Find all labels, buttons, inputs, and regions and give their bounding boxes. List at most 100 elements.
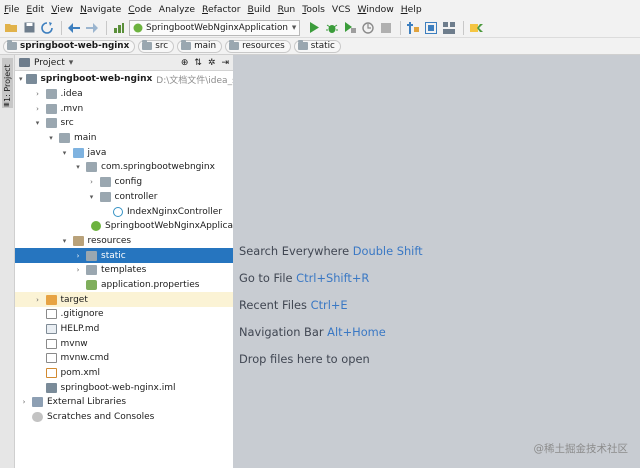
profile-icon[interactable] <box>360 20 376 36</box>
menu-vcs[interactable]: VCS <box>332 4 351 15</box>
maven-icon[interactable] <box>468 20 484 36</box>
tree-node[interactable]: application.properties <box>15 278 233 293</box>
menu-refactor[interactable]: Refactor <box>202 4 241 15</box>
open-folder-icon[interactable] <box>3 20 19 36</box>
menu-run[interactable]: Run <box>278 4 296 15</box>
collapse-arrow-icon[interactable]: › <box>19 398 29 406</box>
breadcrumb-resources[interactable]: resources <box>225 39 291 53</box>
tree-node-label: SpringbootWebNginxApplica <box>105 221 233 232</box>
collapse-arrow-icon[interactable]: › <box>33 90 43 98</box>
run-configuration-dropdown[interactable]: SpringbootWebNginxApplication ▾ <box>129 19 301 36</box>
run-icon[interactable] <box>306 20 322 36</box>
debug-icon[interactable] <box>324 20 340 36</box>
menu-navigate[interactable]: Navigate <box>80 4 121 15</box>
tree-node-label: src <box>60 118 74 129</box>
folder-icon <box>142 40 153 50</box>
watermark: @稀土掘金技术社区 <box>533 443 629 455</box>
chevron-down-icon[interactable]: ▾ <box>69 58 74 68</box>
tree-node[interactable]: › static <box>15 248 233 263</box>
project-structure-icon[interactable] <box>405 20 421 36</box>
breadcrumb-project[interactable]: springboot-web-nginx <box>3 39 136 53</box>
menu-file[interactable]: File <box>4 4 19 15</box>
tree-node[interactable]: mvnw <box>15 336 233 351</box>
expand-arrow-icon[interactable]: ▾ <box>60 149 70 157</box>
build-icon[interactable] <box>111 20 127 36</box>
back-arrow-icon[interactable] <box>66 20 82 36</box>
tree-node[interactable]: IndexNginxController <box>15 204 233 219</box>
tree-node[interactable]: Scratches and Consoles <box>15 410 233 425</box>
menu-analyze[interactable]: Analyze <box>159 4 195 15</box>
menu-code[interactable]: Code <box>128 4 152 15</box>
tree-node[interactable]: ▾ controller <box>15 190 233 205</box>
expand-arrow-icon[interactable]: ▾ <box>33 119 43 127</box>
tree-node[interactable]: mvnw.cmd <box>15 351 233 366</box>
expand-arrow-icon[interactable]: ▾ <box>87 193 97 201</box>
menu-bar: File Edit View Navigate Code Analyze Ref… <box>0 0 640 18</box>
expand-arrow-icon[interactable]: ▾ <box>46 134 56 142</box>
breadcrumb-static[interactable]: static <box>293 39 341 53</box>
menu-view[interactable]: View <box>51 4 73 15</box>
tree-node[interactable]: ▾ java <box>15 145 233 160</box>
collapse-arrow-icon[interactable]: › <box>73 266 83 274</box>
breadcrumb-src[interactable]: src <box>138 39 175 53</box>
target-icon <box>45 294 57 305</box>
collapse-arrow-icon[interactable]: › <box>73 252 83 260</box>
collapse-all-icon[interactable]: ⇅ <box>194 58 202 68</box>
tree-node[interactable]: › External Libraries <box>15 395 233 410</box>
tree-node[interactable]: › .mvn <box>15 101 233 116</box>
sdk-icon[interactable] <box>423 20 439 36</box>
tree-node[interactable]: › .idea <box>15 87 233 102</box>
layout-icon[interactable] <box>441 20 457 36</box>
project-view-icon <box>19 58 30 67</box>
structure-icon[interactable]: ≡ <box>3 100 10 109</box>
tree-node-label: controller <box>114 191 158 202</box>
menu-build[interactable]: Build <box>248 4 271 15</box>
tree-node[interactable]: pom.xml <box>15 366 233 381</box>
tree-node[interactable]: ▾ src <box>15 116 233 131</box>
collapse-arrow-icon[interactable]: › <box>33 105 43 113</box>
hide-panel-icon[interactable]: ⇥ <box>221 58 229 68</box>
project-panel: Project ▾ ⊕ ⇅ ✲ ⇥ ▾ springboot-web-nginx D… <box>15 55 252 468</box>
editor-area[interactable] <box>233 55 640 468</box>
md-icon <box>45 324 57 335</box>
tree-node[interactable]: springboot-web-nginx.iml <box>15 380 233 395</box>
expand-arrow-icon[interactable]: ▾ <box>19 75 23 83</box>
tree-node[interactable]: › templates <box>15 263 233 278</box>
tree-node[interactable]: ▾ com.springbootwebnginx <box>15 160 233 175</box>
main-toolbar: SpringbootWebNginxApplication ▾ <box>0 18 640 38</box>
tree-node-label: target <box>60 294 88 305</box>
folder-icon <box>229 40 240 50</box>
tree-node[interactable]: › target <box>15 292 233 307</box>
collapse-arrow-icon[interactable]: › <box>87 178 97 186</box>
menu-window[interactable]: Window <box>357 4 393 15</box>
menu-edit[interactable]: Edit <box>26 4 44 15</box>
stop-icon[interactable] <box>378 20 394 36</box>
src-icon <box>72 147 84 158</box>
collapse-arrow-icon[interactable]: › <box>33 296 43 304</box>
coverage-icon[interactable] <box>342 20 358 36</box>
tree-node[interactable]: › config <box>15 175 233 190</box>
tree-node-label: springboot-web-nginx <box>40 74 153 85</box>
tree-node-label: IndexNginxController <box>127 206 223 217</box>
tree-node[interactable]: HELP.md <box>15 322 233 337</box>
tree-node[interactable]: ▾ springboot-web-nginx D:\文档文件\idea_sour <box>15 72 252 87</box>
tree-node[interactable]: ▾ main <box>15 131 233 146</box>
project-view-selector[interactable]: Project <box>34 58 65 68</box>
tree-node-label: HELP.md <box>60 324 100 335</box>
breadcrumb-main[interactable]: main <box>177 39 223 53</box>
tree-node-label: .mvn <box>60 103 84 114</box>
expand-arrow-icon[interactable]: ▾ <box>73 163 83 171</box>
locate-icon[interactable]: ⊕ <box>181 58 189 68</box>
menu-tools[interactable]: Tools <box>302 4 325 15</box>
tree-node[interactable]: .gitignore <box>15 307 233 322</box>
module-icon <box>25 74 37 85</box>
sync-icon[interactable] <box>39 20 55 36</box>
menu-help[interactable]: Help <box>401 4 422 15</box>
forward-arrow-icon[interactable] <box>84 20 100 36</box>
expand-arrow-icon[interactable]: ▾ <box>60 237 70 245</box>
tree-node[interactable]: ▾ resources <box>15 234 233 249</box>
toolbar-separator <box>463 20 465 35</box>
save-icon[interactable] <box>21 20 37 36</box>
settings-icon[interactable]: ✲ <box>208 58 216 68</box>
tree-node[interactable]: SpringbootWebNginxApplica <box>15 219 233 234</box>
